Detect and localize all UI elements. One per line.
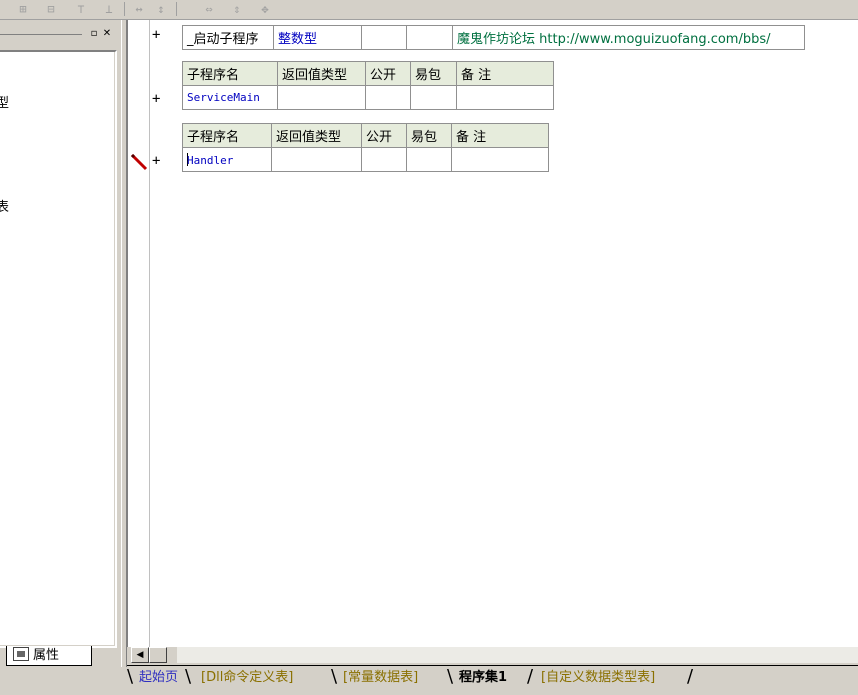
subroutine-name-cell[interactable]: ServiceMain [182, 85, 278, 110]
close-icon[interactable]: ✕ [101, 28, 113, 40]
layout-toolbar: ⊞ ⊟ ⊤ ⊥ ↔ ↕ ⇔ ⇕ ✥ [0, 0, 858, 20]
expand-icon[interactable]: + [152, 27, 160, 43]
public-cell[interactable] [361, 25, 407, 50]
panel-titlebar: ▫ ✕ [0, 28, 121, 42]
tab-divider: \ [447, 666, 454, 687]
subroutine-name-cell[interactable]: Handler [182, 147, 272, 172]
col-header: 易包 [406, 123, 452, 148]
align-center-icon[interactable]: ⊟ [42, 1, 60, 17]
program-name-cell[interactable]: _启动子程序 [182, 25, 274, 50]
col-header: 公开 [365, 61, 411, 86]
horizontal-scrollbar[interactable]: ◀ [127, 647, 858, 665]
tree-item[interactable]: 表 [0, 196, 9, 215]
scroll-track[interactable] [177, 647, 858, 663]
program-type-cell[interactable]: 整数型 [273, 25, 362, 50]
col-header: 备 注 [451, 123, 549, 148]
scroll-thumb[interactable] [149, 647, 167, 663]
toolbar-separator [176, 2, 177, 16]
col-header: 子程序名 [182, 123, 272, 148]
tree-item[interactable]: 型 [0, 92, 9, 111]
program-type: 整数型 [278, 32, 318, 47]
tab-assembly-1[interactable]: 程序集1 [459, 668, 507, 688]
restore-icon[interactable]: ▫ [88, 28, 100, 40]
pencil-icon [130, 153, 148, 171]
scroll-left-icon[interactable]: ◀ [131, 647, 149, 663]
document-tabs: \ 起始页 \ [Dll命令定义表] \ [常量数据表] \ 程序集1 / [自… [127, 665, 858, 695]
col-header: 返回值类型 [277, 61, 366, 86]
panel-grip[interactable] [0, 34, 82, 35]
tab-custom-types[interactable]: [自定义数据类型表] [541, 668, 655, 688]
subroutine-name: ServiceMain [187, 91, 260, 104]
tab-start-page[interactable]: 起始页 [139, 668, 178, 688]
easy-pack-cell[interactable] [410, 85, 457, 110]
note-cell[interactable] [456, 85, 554, 110]
center-vertical-icon[interactable]: ⇕ [228, 1, 246, 17]
col-header: 备 注 [456, 61, 554, 86]
program-note-cell[interactable]: 魔鬼作坊论坛 http://www.moguizuofang.com/bbs/ [452, 25, 805, 50]
col-header: 返回值类型 [271, 123, 362, 148]
col-header: 公开 [361, 123, 407, 148]
tab-divider: / [527, 666, 534, 687]
align-top-icon[interactable]: ⊤ [72, 1, 90, 17]
same-height-icon[interactable]: ↕ [152, 1, 170, 17]
expand-icon[interactable]: + [152, 91, 160, 107]
properties-icon [13, 647, 29, 661]
expand-icon[interactable]: + [152, 153, 160, 169]
align-left-icon[interactable]: ⊞ [14, 1, 32, 17]
same-width-icon[interactable]: ↔ [130, 1, 148, 17]
subroutine-table: 子程序名 返回值类型 公开 易包 备 注 ServiceMain [182, 61, 554, 110]
program-note: 魔鬼作坊论坛 http://www.moguizuofang.com/bbs/ [457, 32, 771, 47]
toolbar-separator [124, 2, 125, 16]
easy-pack-cell[interactable] [406, 147, 452, 172]
col-header: 易包 [410, 61, 457, 86]
center-horizontal-icon[interactable]: ⇔ [200, 1, 218, 17]
subroutine-name: Handler [187, 153, 234, 167]
properties-tab-label: 属性 [33, 648, 60, 663]
tab-dll-commands[interactable]: [Dll命令定义表] [201, 668, 293, 688]
editor-gutter[interactable] [128, 20, 150, 647]
tab-divider: \ [127, 666, 134, 687]
tab-constants[interactable]: [常量数据表] [343, 668, 418, 688]
return-type-cell[interactable] [277, 85, 366, 110]
col-header: 子程序名 [182, 61, 278, 86]
properties-tab[interactable]: 属性 [6, 646, 92, 666]
public-cell[interactable] [365, 85, 411, 110]
tab-divider: \ [331, 666, 338, 687]
program-table: _启动子程序 整数型 魔鬼作坊论坛 http://www.moguizuofan… [182, 25, 805, 50]
properties-panel: ▫ ✕ 型 表 [0, 20, 121, 667]
tab-divider: / [687, 666, 694, 687]
easy-pack-cell[interactable] [406, 25, 453, 50]
code-editor[interactable]: + _启动子程序 整数型 魔鬼作坊论坛 http://www.moguizuof… [127, 20, 858, 647]
public-cell[interactable] [361, 147, 407, 172]
subroutine-table: 子程序名 返回值类型 公开 易包 备 注 Handler [182, 123, 549, 172]
program-tree[interactable]: 型 表 [0, 50, 117, 648]
return-type-cell[interactable] [271, 147, 362, 172]
align-bottom-icon[interactable]: ⊥ [100, 1, 118, 17]
tab-divider: \ [185, 666, 192, 687]
program-name: _启动子程序 [187, 32, 259, 47]
center-both-icon[interactable]: ✥ [256, 1, 274, 17]
note-cell[interactable] [451, 147, 549, 172]
